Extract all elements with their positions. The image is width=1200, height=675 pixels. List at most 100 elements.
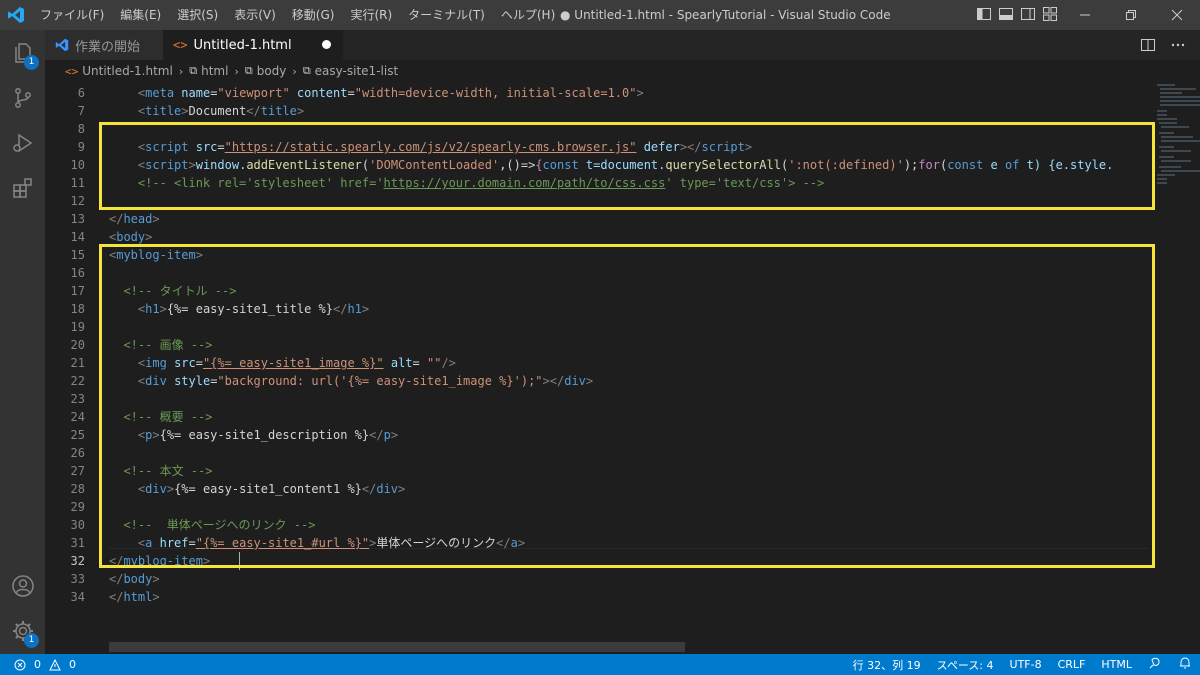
highlight-box-myblog-item bbox=[99, 244, 1155, 568]
breadcrumb: <> Untitled-1.html › ⧉ html › ⧉ body › ⧉… bbox=[45, 60, 1200, 82]
vscode-logo-icon bbox=[0, 0, 32, 30]
restore-button[interactable] bbox=[1108, 0, 1154, 30]
menu-help[interactable]: ヘルプ(H) bbox=[493, 0, 563, 30]
editor-tab-bar: 作業の開始 <> Untitled-1.html bbox=[45, 30, 1200, 60]
line-number: 7 bbox=[77, 104, 85, 118]
line-number: 27 bbox=[70, 464, 85, 478]
account-icon bbox=[11, 574, 34, 597]
close-window-button[interactable] bbox=[1154, 0, 1200, 30]
menu-selection[interactable]: 選択(S) bbox=[169, 0, 226, 30]
toggle-sidebar-icon[interactable] bbox=[976, 6, 992, 22]
code-editor[interactable]: 6 7 8 9 10 11 12 13 14 15 16 17 18 19 20 21 22 23 24 25 26 27… bbox=[45, 82, 1200, 654]
more-actions-icon[interactable] bbox=[1170, 37, 1186, 53]
line-number: 18 bbox=[70, 302, 85, 316]
breadcrumb-file[interactable]: <> Untitled-1.html bbox=[65, 64, 173, 78]
explorer-button[interactable]: 1 bbox=[0, 30, 45, 75]
code-line-13: </head> bbox=[109, 212, 160, 226]
menu-go[interactable]: 移動(G) bbox=[284, 0, 343, 30]
problems-indicator[interactable]: 0 0 bbox=[0, 658, 76, 671]
indentation[interactable]: スペース: 4 bbox=[929, 657, 1002, 673]
menu-file[interactable]: ファイル(F) bbox=[32, 0, 112, 30]
line-number: 14 bbox=[70, 230, 85, 244]
line-number: 17 bbox=[70, 284, 85, 298]
breadcrumb-easy-site1-list[interactable]: ⧉ easy-site1-list bbox=[303, 64, 398, 78]
warning-count: 0 bbox=[69, 658, 76, 671]
manage-button[interactable]: 1 bbox=[0, 608, 45, 653]
line-number: 6 bbox=[77, 86, 85, 100]
menu-view[interactable]: 表示(V) bbox=[226, 0, 284, 30]
code-line-33: </body> bbox=[109, 572, 160, 586]
code-line-34: </html> bbox=[109, 590, 160, 604]
feedback-button[interactable] bbox=[1140, 656, 1170, 673]
line-number: 10 bbox=[70, 158, 85, 172]
restore-icon bbox=[1126, 10, 1136, 20]
breadcrumb-html[interactable]: ⧉ html bbox=[189, 64, 228, 78]
html-icon: <> bbox=[65, 64, 79, 78]
run-debug-icon bbox=[12, 133, 32, 152]
split-editor-icon[interactable] bbox=[1140, 37, 1156, 53]
minimize-button[interactable] bbox=[1062, 0, 1108, 30]
toggle-secondary-sidebar-icon[interactable] bbox=[1020, 6, 1036, 22]
element-icon: ⧉ bbox=[302, 64, 311, 77]
menu-bar: ファイル(F) 編集(E) 選択(S) 表示(V) 移動(G) 実行(R) ター… bbox=[32, 0, 563, 30]
line-number: 31 bbox=[70, 536, 85, 550]
line-number: 8 bbox=[77, 122, 85, 136]
source-control-icon bbox=[14, 87, 31, 108]
vscode-icon bbox=[55, 38, 69, 52]
minimap[interactable] bbox=[1157, 82, 1200, 654]
run-debug-button[interactable] bbox=[0, 120, 45, 165]
element-icon: ⧉ bbox=[244, 64, 253, 77]
element-icon: ⧉ bbox=[189, 64, 198, 77]
chevron-right-icon: › bbox=[178, 64, 184, 78]
menu-edit[interactable]: 編集(E) bbox=[112, 0, 169, 30]
code-line-7: <title>Document</title> bbox=[137, 104, 305, 118]
source-control-button[interactable] bbox=[0, 75, 45, 120]
status-bar: 0 0 行 32、列 19 スペース: 4 UTF-8 CRLF HTML bbox=[0, 654, 1200, 675]
html-icon: <> bbox=[173, 38, 188, 52]
activity-bar: 1 1 bbox=[0, 30, 45, 654]
line-number: 15 bbox=[70, 248, 85, 262]
line-number: 20 bbox=[70, 338, 85, 352]
line-number: 21 bbox=[70, 356, 85, 370]
line-number: 23 bbox=[70, 392, 85, 406]
line-number: 13 bbox=[70, 212, 85, 226]
manage-badge: 1 bbox=[24, 633, 39, 648]
feedback-icon bbox=[1149, 657, 1160, 669]
tab-label: 作業の開始 bbox=[75, 39, 141, 55]
encoding[interactable]: UTF-8 bbox=[1002, 658, 1050, 671]
line-number: 32 bbox=[70, 554, 85, 568]
title-bar: ファイル(F) 編集(E) 選択(S) 表示(V) 移動(G) 実行(R) ター… bbox=[0, 0, 1200, 30]
unsaved-dot-icon[interactable] bbox=[322, 40, 331, 49]
line-number: 28 bbox=[70, 482, 85, 496]
cursor-position[interactable]: 行 32、列 19 bbox=[845, 657, 929, 673]
customize-layout-icon[interactable] bbox=[1042, 6, 1058, 22]
line-number: 34 bbox=[70, 590, 85, 604]
toggle-panel-icon[interactable] bbox=[998, 6, 1014, 22]
line-number: 29 bbox=[70, 500, 85, 514]
line-number: 22 bbox=[70, 374, 85, 388]
breadcrumb-body[interactable]: ⧉ body bbox=[245, 64, 287, 78]
tab-label: Untitled-1.html bbox=[193, 37, 292, 53]
line-number: 30 bbox=[70, 518, 85, 532]
minimize-icon bbox=[1080, 14, 1090, 16]
highlight-box-script bbox=[99, 122, 1155, 210]
extensions-icon bbox=[12, 177, 32, 198]
language-mode[interactable]: HTML bbox=[1093, 658, 1140, 671]
line-number: 9 bbox=[77, 140, 85, 154]
menu-terminal[interactable]: ターミナル(T) bbox=[400, 0, 493, 30]
code-line-6: <meta name="viewport" content="width=dev… bbox=[137, 86, 644, 100]
line-number: 19 bbox=[70, 320, 85, 334]
chevron-right-icon: › bbox=[234, 64, 239, 78]
chevron-right-icon: › bbox=[292, 64, 297, 78]
horizontal-scrollbar[interactable] bbox=[109, 642, 685, 652]
extensions-button[interactable] bbox=[0, 165, 45, 210]
accounts-button[interactable] bbox=[0, 563, 45, 608]
menu-run[interactable]: 実行(R) bbox=[342, 0, 400, 30]
line-number: 25 bbox=[70, 428, 85, 442]
tab-untitled-1[interactable]: <> Untitled-1.html bbox=[163, 30, 343, 60]
error-icon bbox=[14, 659, 26, 670]
window-title: ● Untitled-1.html - SpearlyTutorial - Vi… bbox=[560, 8, 891, 22]
tab-getting-started[interactable]: 作業の開始 bbox=[45, 30, 163, 60]
notifications-button[interactable] bbox=[1170, 656, 1200, 673]
end-of-line[interactable]: CRLF bbox=[1050, 658, 1094, 671]
